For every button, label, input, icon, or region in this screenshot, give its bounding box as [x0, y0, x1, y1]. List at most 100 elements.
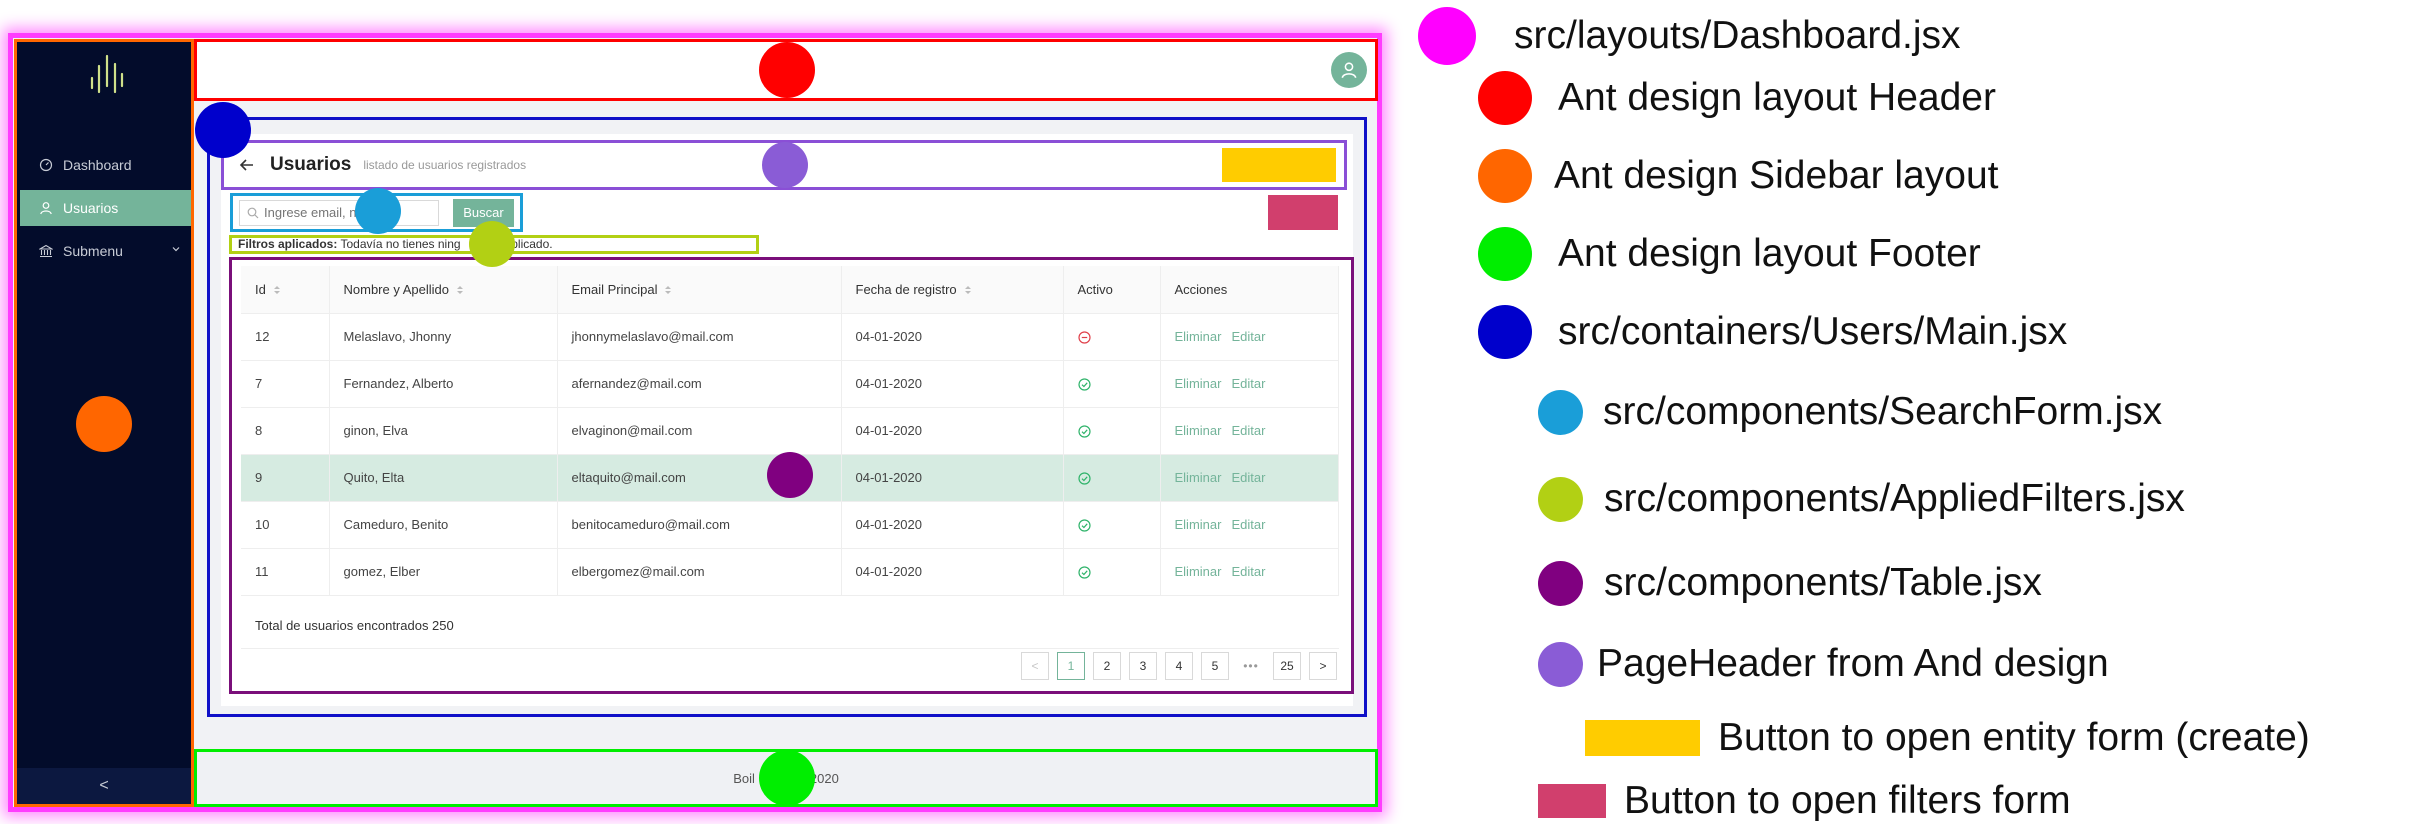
sort-icon	[964, 286, 971, 295]
users-table: Id Nombre y Apellido Email Principal Fec…	[241, 266, 1339, 596]
pagination-page-25[interactable]: 25	[1273, 652, 1301, 680]
delete-link[interactable]: Eliminar	[1175, 470, 1222, 485]
cell-actions: Eliminar Editar	[1160, 407, 1339, 455]
delete-link[interactable]: Eliminar	[1175, 564, 1222, 579]
check-circle-icon	[1077, 519, 1091, 532]
bank-icon	[39, 244, 53, 258]
pagination-next-button[interactable]: >	[1309, 652, 1337, 680]
chevron-left-icon: <	[99, 777, 109, 794]
cell-date: 04-01-2020	[841, 454, 1064, 502]
create-entity-button[interactable]	[1222, 148, 1336, 182]
avatar[interactable]	[1331, 52, 1367, 88]
delete-link[interactable]: Eliminar	[1175, 517, 1222, 532]
pagination-prev-button[interactable]: <	[1021, 652, 1049, 680]
cell-id: 10	[241, 501, 330, 549]
column-header-date[interactable]: Fecha de registro	[841, 266, 1064, 314]
search-field-wrapper	[239, 199, 439, 226]
delete-link[interactable]: Eliminar	[1175, 329, 1222, 344]
table-total: Total de usuarios encontrados 250	[241, 602, 1339, 649]
cell-actions: Eliminar Editar	[1160, 548, 1339, 596]
legend-item: Ant design layout Header	[1478, 70, 1996, 126]
check-circle-icon	[1077, 566, 1091, 579]
legend-label: src/layouts/Dashboard.jsx	[1514, 14, 1961, 57]
delete-link[interactable]: Eliminar	[1175, 423, 1222, 438]
table-row[interactable]: 10 Cameduro, Benito benitocameduro@mail.co…	[241, 501, 1339, 549]
legend-item: src/components/AppliedFilters.jsx	[1538, 471, 2185, 527]
cell-name: gomez, Elber	[329, 548, 558, 596]
legend-label: Ant design layout Header	[1558, 76, 1996, 119]
column-header-email[interactable]: Email Principal	[557, 266, 842, 314]
table-row[interactable]: 12 Melaslavo, Jhonny jhonnymelaslavo@mail.…	[241, 313, 1339, 361]
cell-active	[1063, 454, 1161, 502]
edit-link[interactable]: Editar	[1231, 517, 1265, 532]
legend-color-dot	[1418, 7, 1476, 65]
sort-icon	[273, 286, 280, 295]
footer-text-left: Boil	[733, 770, 755, 786]
marker-table-dot	[767, 452, 813, 498]
user-icon	[40, 202, 52, 215]
logo-icon	[90, 54, 124, 94]
table-row[interactable]: 7 Fernandez, Alberto afernandez@mail.com 04…	[241, 360, 1339, 408]
pagination-page-2[interactable]: 2	[1093, 652, 1121, 680]
pagination-page-4[interactable]: 4	[1165, 652, 1193, 680]
edit-link[interactable]: Editar	[1231, 329, 1265, 344]
pagination: <1 2 3 4 5 ••• 25 >	[1021, 652, 1337, 680]
column-header-actions: Acciones	[1160, 266, 1339, 314]
column-header-name[interactable]: Nombre y Apellido	[329, 266, 558, 314]
pagination-ellipsis[interactable]: •••	[1237, 652, 1265, 680]
sort-icon	[457, 286, 463, 295]
legend-label: Ant design layout Footer	[1558, 232, 1981, 275]
legend-color-dot	[1478, 227, 1532, 281]
sidebar-collapse-button[interactable]: <	[17, 768, 191, 804]
legend-label: src/components/Table.jsx	[1604, 561, 2042, 604]
legend-item: PageHeader from And design	[1538, 636, 2109, 692]
edit-link[interactable]: Editar	[1231, 376, 1265, 391]
cell-name: Melaslavo, Jhonny	[329, 313, 558, 361]
pagination-page-1[interactable]: 1	[1057, 652, 1085, 680]
cell-email: elbergomez@mail.com	[557, 548, 842, 596]
cell-name: Quito, Elta	[329, 454, 558, 502]
edit-link[interactable]: Editar	[1231, 423, 1265, 438]
cell-email: afernandez@mail.com	[557, 360, 842, 408]
legend-item: Button to open filters form	[1538, 778, 2071, 824]
legend-color-swatch	[1538, 784, 1606, 818]
legend-item: src/components/SearchForm.jsx	[1538, 384, 2162, 440]
legend-label: Button to open entity form (create)	[1718, 716, 2310, 759]
cell-name: ginon, Elva	[329, 407, 558, 455]
legend-item: Button to open entity form (create)	[1585, 710, 2310, 766]
search-input[interactable]	[239, 199, 439, 226]
sidebar-item-label: Submenu	[63, 243, 123, 259]
cell-active	[1063, 360, 1161, 408]
sidebar-item-label: Dashboard	[63, 157, 132, 173]
sidebar-item-submenu[interactable]: Submenu	[20, 233, 191, 269]
marker-pageheader-dot	[762, 142, 808, 188]
legend-color-dot	[1538, 389, 1583, 435]
column-header-id[interactable]: Id	[241, 266, 330, 314]
legend-color-dot	[1478, 149, 1532, 203]
marker-sidebar-dot	[76, 396, 132, 452]
pagination-page-3[interactable]: 3	[1129, 652, 1157, 680]
page-title: Usuarios	[270, 154, 352, 175]
cell-id: 11	[241, 548, 330, 596]
cell-email: jhonnymelaslavo@mail.com	[557, 313, 842, 361]
cell-date: 04-01-2020	[841, 313, 1064, 361]
delete-link[interactable]: Eliminar	[1175, 376, 1222, 391]
sidebar-item-dashboard[interactable]: Dashboard	[20, 147, 191, 183]
table-row[interactable]: 8 ginon, Elva elvaginon@mail.com 04-01-2020…	[241, 407, 1339, 455]
applied-filters-text: Todavía no tienes ning	[340, 237, 461, 251]
pagination-page-5[interactable]: 5	[1201, 652, 1229, 680]
open-filters-button[interactable]	[1268, 195, 1338, 230]
sort-icon	[665, 286, 672, 295]
marker-searchform-dot	[355, 188, 401, 234]
cell-email: elvaginon@mail.com	[557, 407, 842, 455]
sidebar-item-usuarios[interactable]: Usuarios	[20, 190, 191, 226]
cell-id: 9	[241, 454, 330, 502]
edit-link[interactable]: Editar	[1231, 564, 1265, 579]
legend-label: Button to open filters form	[1624, 779, 2071, 822]
cell-actions: Eliminar Editar	[1160, 454, 1339, 502]
back-arrow-icon[interactable]	[238, 156, 256, 174]
cell-active	[1063, 501, 1161, 549]
edit-link[interactable]: Editar	[1231, 470, 1265, 485]
legend-item: src/containers/Users/Main.jsx	[1478, 304, 2067, 360]
table-row[interactable]: 11 gomez, Elber elbergomez@mail.com 04-01-2…	[241, 548, 1339, 596]
